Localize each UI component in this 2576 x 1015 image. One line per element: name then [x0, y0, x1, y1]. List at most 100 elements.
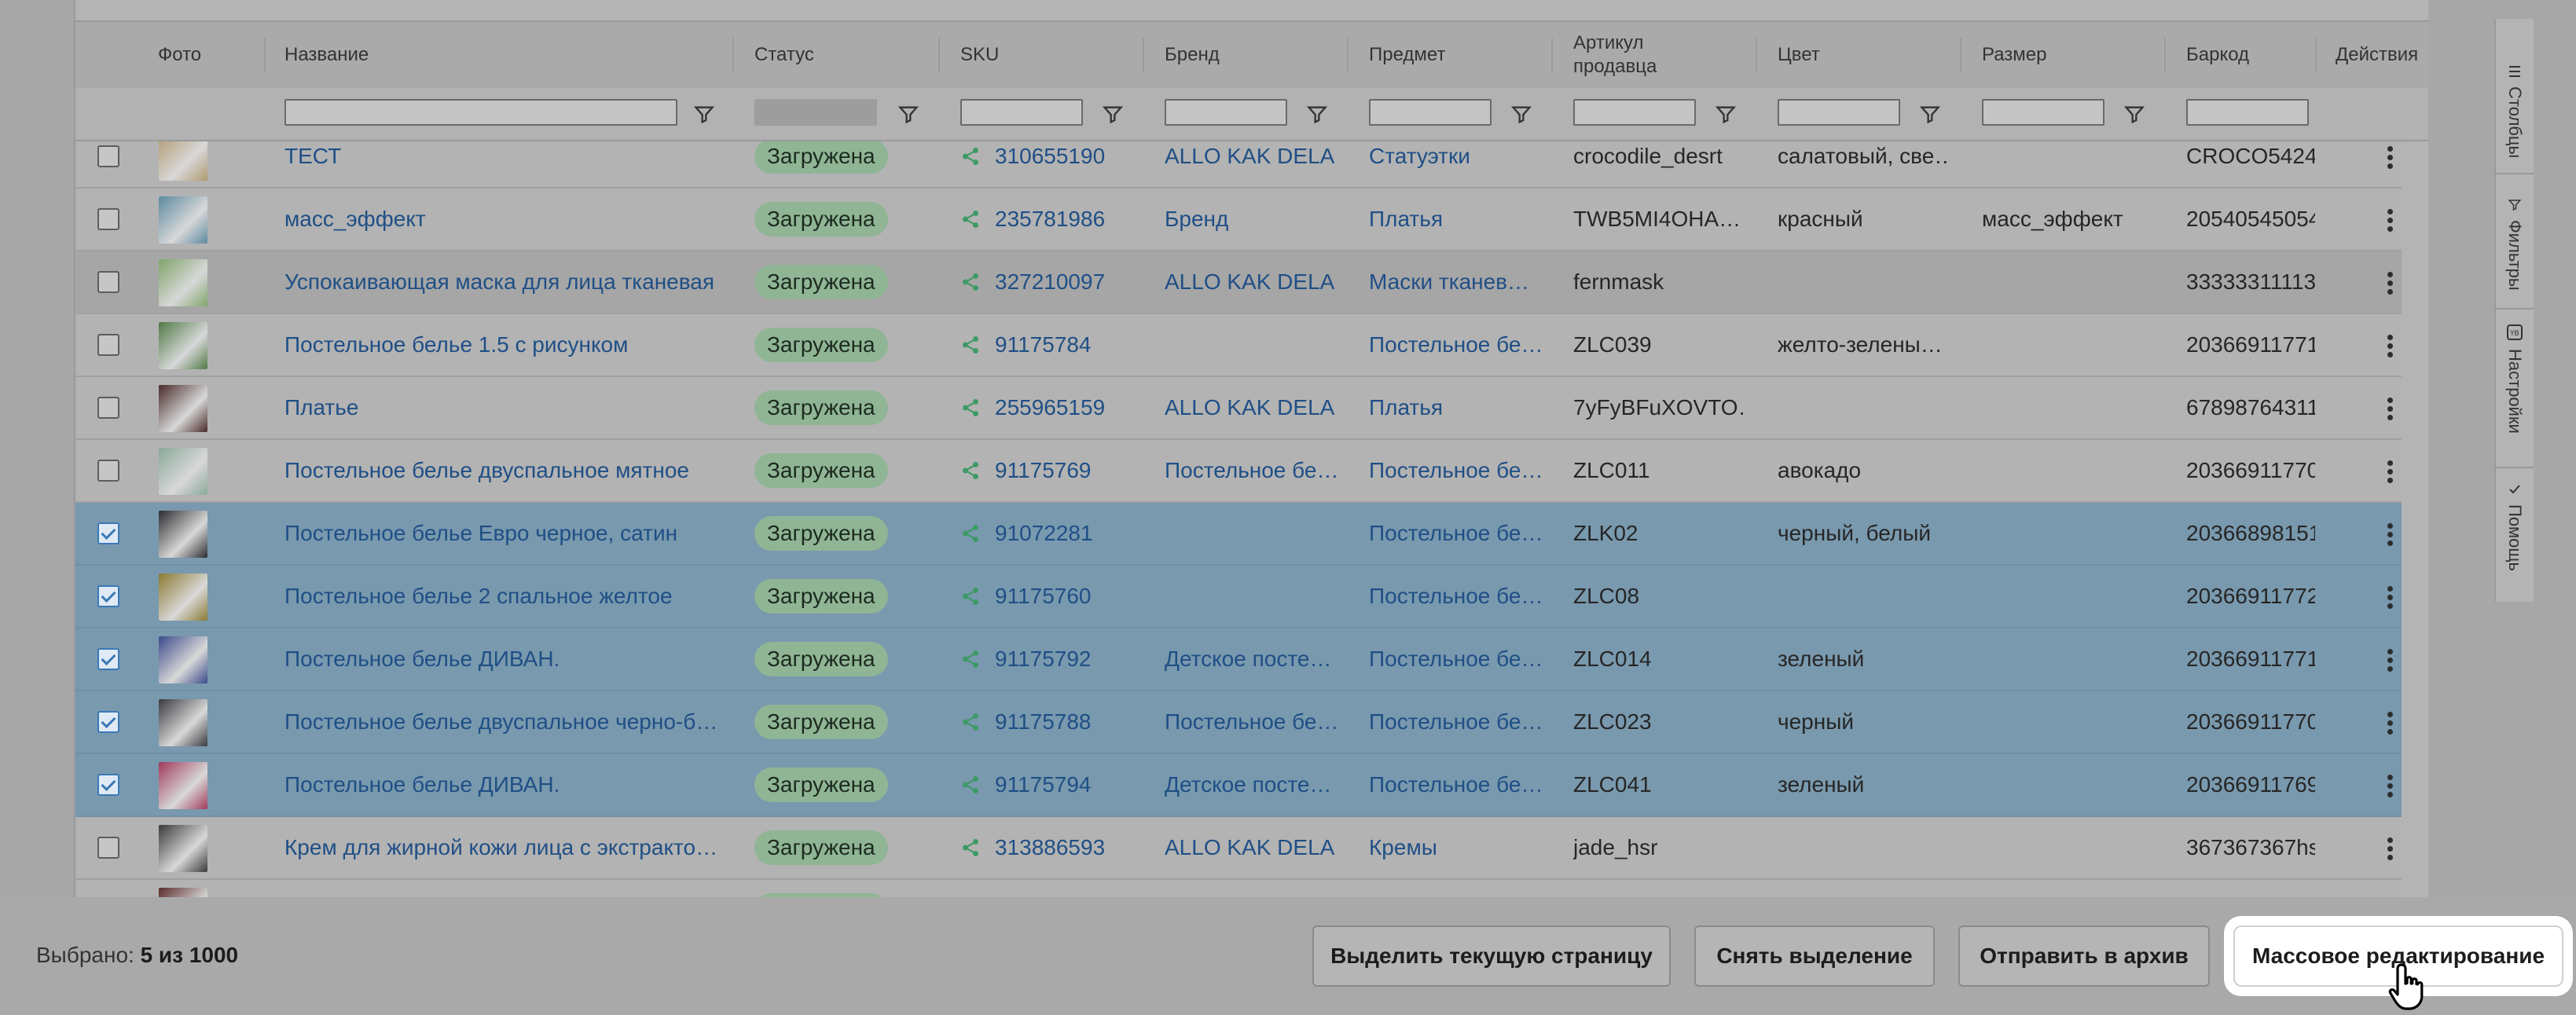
product-name-link[interactable]: Постельное белье ДИВАН.: [284, 628, 725, 690]
row-checkbox[interactable]: [97, 774, 119, 796]
brand-cell[interactable]: Детское посте…: [1165, 628, 1338, 690]
brand-cell[interactable]: Детское посте…: [1165, 754, 1338, 815]
share-icon[interactable]: [960, 209, 981, 229]
product-name-link[interactable]: Постельное белье темное двуспальное: [284, 880, 725, 897]
col-header-name[interactable]: Название: [284, 22, 369, 88]
row-actions-menu-icon[interactable]: [2387, 775, 2394, 798]
sku-value[interactable]: 91175760: [995, 584, 1092, 609]
row-checkbox[interactable]: [97, 208, 119, 230]
filter-input-name[interactable]: [284, 99, 677, 126]
subject-cell[interactable]: Постельное бе…: [1369, 628, 1542, 690]
row-actions-menu-icon[interactable]: [2387, 586, 2394, 610]
filter-input-barcode[interactable]: [2186, 99, 2309, 126]
table-row[interactable]: Успокаивающая маска для лица тканевая Заг…: [75, 251, 2402, 314]
sku-value[interactable]: 91175784: [995, 332, 1092, 357]
sku-cell[interactable]: 91175769: [960, 440, 1133, 501]
product-name-link[interactable]: ТЕСТ: [284, 141, 725, 187]
col-header-sku[interactable]: SKU: [960, 22, 999, 88]
row-actions-menu-icon[interactable]: [2387, 649, 2394, 672]
sku-cell[interactable]: 91175784: [960, 314, 1133, 376]
sku-cell[interactable]: 91175778: [960, 880, 1133, 897]
share-icon[interactable]: [960, 712, 981, 732]
filter-input-color[interactable]: [1778, 99, 1900, 126]
subject-cell[interactable]: Постельное бе…: [1369, 691, 1542, 753]
row-actions-menu-icon[interactable]: [2387, 523, 2394, 547]
sku-value[interactable]: 91175794: [995, 772, 1092, 797]
share-icon[interactable]: [960, 775, 981, 795]
filter-input-subject[interactable]: [1369, 99, 1492, 126]
side-tab-help[interactable]: Помощь: [2496, 468, 2534, 602]
subject-cell[interactable]: Статуэтки: [1369, 141, 1542, 187]
col-header-vendor-code[interactable]: Артикул продавца: [1573, 22, 1715, 88]
col-header-status[interactable]: Статус: [754, 22, 814, 88]
row-checkbox[interactable]: [97, 837, 119, 859]
table-row[interactable]: Постельное белье 2 спальное желтое Загруж…: [75, 566, 2402, 628]
share-icon[interactable]: [960, 335, 981, 355]
filter-icon[interactable]: [1715, 104, 1737, 126]
sku-value[interactable]: 91072281: [995, 521, 1093, 546]
table-row[interactable]: Постельное белье темное двуспальное Загру…: [75, 880, 2402, 897]
row-checkbox[interactable]: [97, 145, 119, 167]
sku-cell[interactable]: 91072281: [960, 503, 1133, 564]
table-row[interactable]: Постельное белье ДИВАН. Загружена 91175792…: [75, 628, 2402, 691]
subject-cell[interactable]: Постельное бе…: [1369, 440, 1542, 501]
sku-value[interactable]: 91175769: [995, 458, 1092, 483]
filter-input-sku[interactable]: [960, 99, 1083, 126]
table-row[interactable]: Платье Загружена 255965159 ALLO KAK DELA Пла…: [75, 377, 2402, 440]
filter-icon[interactable]: [1510, 104, 1532, 126]
sku-value[interactable]: 91175792: [995, 647, 1092, 672]
archive-button[interactable]: Отправить в архив: [1958, 925, 2210, 987]
share-icon[interactable]: [960, 523, 981, 544]
row-actions-menu-icon[interactable]: [2387, 460, 2394, 484]
table-row[interactable]: Постельное белье двуспальное черно-б… Заг…: [75, 691, 2402, 754]
sku-value[interactable]: 255965159: [995, 395, 1105, 420]
table-row[interactable]: Постельное белье ДИВАН. Загружена 91175794…: [75, 754, 2402, 817]
subject-cell[interactable]: Постельное бе…: [1369, 566, 1542, 627]
row-actions-menu-icon[interactable]: [2387, 335, 2394, 358]
row-checkbox[interactable]: [97, 460, 119, 482]
col-header-barcode[interactable]: Баркод: [2186, 22, 2249, 88]
subject-cell[interactable]: Платья: [1369, 377, 1542, 438]
subject-cell[interactable]: Платья: [1369, 189, 1542, 250]
share-icon[interactable]: [960, 837, 981, 858]
sku-cell[interactable]: 327210097: [960, 251, 1133, 313]
brand-cell[interactable]: Постельное бе…: [1165, 880, 1338, 897]
row-actions-menu-icon[interactable]: [2387, 837, 2394, 861]
row-checkbox[interactable]: [97, 271, 119, 293]
row-actions-menu-icon[interactable]: [2387, 712, 2394, 735]
filter-input-size[interactable]: [1982, 99, 2104, 126]
table-row[interactable]: Постельное белье 1.5 с рисунком Загружена…: [75, 314, 2402, 377]
product-name-link[interactable]: Постельное белье ДИВАН.: [284, 754, 725, 815]
side-tab-settings[interactable]: YB Настройки: [2496, 310, 2534, 468]
sku-cell[interactable]: 235781986: [960, 189, 1133, 250]
product-name-link[interactable]: Крем для жирной кожи лица с экстракто…: [284, 817, 725, 878]
filter-icon[interactable]: [693, 104, 715, 126]
side-tab-filters[interactable]: Фильтры: [2496, 174, 2534, 310]
row-checkbox[interactable]: [97, 334, 119, 356]
brand-cell[interactable]: [1165, 503, 1338, 564]
filter-icon[interactable]: [1102, 104, 1124, 126]
row-actions-menu-icon[interactable]: [2387, 272, 2394, 295]
subject-cell[interactable]: Постельное бе…: [1369, 314, 1542, 376]
col-header-size[interactable]: Размер: [1982, 22, 2047, 88]
table-row[interactable]: Постельное белье двуспальное мятное Загру…: [75, 440, 2402, 503]
sku-value[interactable]: 313886593: [995, 835, 1105, 860]
subject-cell[interactable]: Постельное бе…: [1369, 880, 1542, 897]
sku-cell[interactable]: 91175788: [960, 691, 1133, 753]
brand-cell[interactable]: ALLO KAK DELA: [1165, 251, 1338, 313]
share-icon[interactable]: [960, 398, 981, 418]
row-checkbox[interactable]: [97, 585, 119, 607]
sku-cell[interactable]: 310655190: [960, 141, 1133, 187]
sku-value[interactable]: 235781986: [995, 207, 1105, 232]
table-row[interactable]: Крем для жирной кожи лица с экстракто… За…: [75, 817, 2402, 880]
subject-cell[interactable]: Кремы: [1369, 817, 1542, 878]
row-actions-menu-icon[interactable]: [2387, 209, 2394, 233]
product-name-link[interactable]: Успокаивающая маска для лица тканевая: [284, 251, 725, 313]
brand-cell[interactable]: Постельное бе…: [1165, 691, 1338, 753]
product-name-link[interactable]: Постельное белье 1.5 с рисунком: [284, 314, 725, 376]
filter-input-vendor-code[interactable]: [1573, 99, 1696, 126]
subject-cell[interactable]: Постельное бе…: [1369, 503, 1542, 564]
sku-cell[interactable]: 91175792: [960, 628, 1133, 690]
product-name-link[interactable]: Платье: [284, 377, 725, 438]
sku-cell[interactable]: 313886593: [960, 817, 1133, 878]
